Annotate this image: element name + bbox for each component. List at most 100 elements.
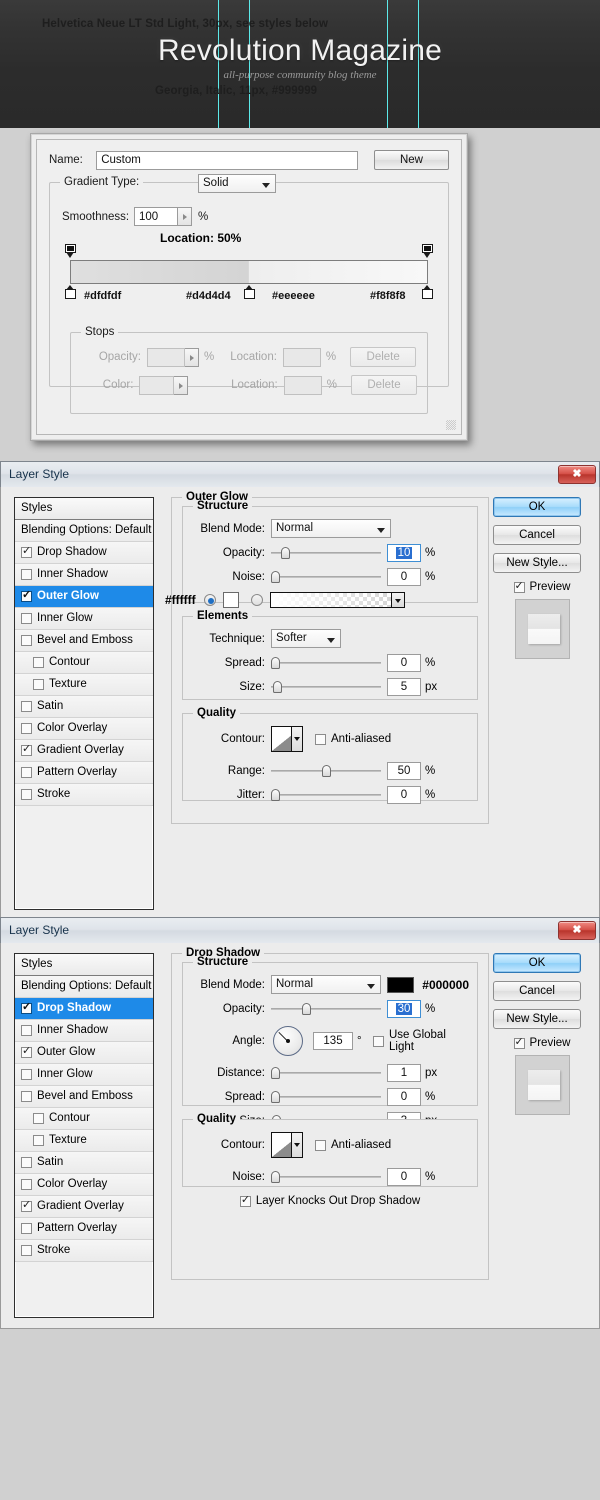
glow-color-swatch[interactable] <box>222 592 239 608</box>
delete-opacity-stop-button[interactable]: Delete <box>350 347 417 367</box>
stop-opacity-stepper[interactable] <box>185 347 199 367</box>
checkbox-inner-shadow[interactable] <box>21 1025 32 1036</box>
sidebar-item-texture[interactable]: Texture <box>15 674 153 696</box>
checkbox-gradient-overlay[interactable] <box>21 1198 32 1212</box>
spread-input[interactable]: 0 <box>387 1088 421 1106</box>
glow-gradient-preview[interactable] <box>269 592 392 608</box>
sidebar-item-stroke[interactable]: Stroke <box>15 1240 153 1262</box>
checkbox-satin[interactable] <box>21 701 32 712</box>
sidebar-item-inner-shadow[interactable]: Inner Shadow <box>15 564 153 586</box>
glow-solid-color-radio[interactable] <box>203 594 216 606</box>
outer-glow-titlebar[interactable]: Layer Style ✖ <box>0 461 600 487</box>
stop-opacity-input[interactable] <box>147 347 185 367</box>
opacity-stop-left[interactable] <box>65 244 76 259</box>
checkbox-pattern-overlay[interactable] <box>21 1223 32 1234</box>
checkbox-drop-shadow[interactable] <box>21 544 32 558</box>
ok-button[interactable]: OK <box>493 497 581 517</box>
opacity-slider[interactable] <box>271 546 381 560</box>
checkbox-outer-glow[interactable] <box>21 1044 32 1058</box>
sidebar-item-blending-options[interactable]: Blending Options: Default <box>15 520 153 542</box>
contour-preset-picker[interactable] <box>271 1132 303 1158</box>
resize-grip[interactable] <box>446 420 456 430</box>
technique-select[interactable]: Softer <box>271 629 341 648</box>
sidebar-item-bevel-and-emboss[interactable]: Bevel and Emboss <box>15 630 153 652</box>
angle-dial[interactable] <box>273 1026 303 1056</box>
checkbox-texture[interactable] <box>33 679 44 690</box>
smoothness-stepper[interactable] <box>178 207 192 226</box>
jitter-slider[interactable] <box>271 788 381 802</box>
checkbox-satin[interactable] <box>21 1157 32 1168</box>
noise-input[interactable]: 0 <box>387 1168 421 1186</box>
jitter-input[interactable]: 0 <box>387 786 421 804</box>
chevron-down-icon[interactable] <box>291 727 302 751</box>
checkbox-outer-glow[interactable] <box>21 588 32 602</box>
sidebar-item-outer-glow[interactable]: Outer Glow <box>15 586 153 608</box>
close-icon[interactable]: ✖ <box>558 921 596 940</box>
opacity-input[interactable]: 30 <box>387 1000 421 1018</box>
stop-opacity-location-input[interactable] <box>282 347 321 367</box>
sidebar-item-drop-shadow[interactable]: Drop Shadow <box>15 542 153 564</box>
angle-input[interactable]: 135 <box>313 1032 353 1050</box>
drop-shadow-titlebar[interactable]: Layer Style ✖ <box>0 917 600 943</box>
checkbox-inner-glow[interactable] <box>21 1069 32 1080</box>
sidebar-item-pattern-overlay[interactable]: Pattern Overlay <box>15 1218 153 1240</box>
sidebar-item-satin[interactable]: Satin <box>15 696 153 718</box>
opacity-input[interactable]: 10 <box>387 544 421 562</box>
range-input[interactable]: 50 <box>387 762 421 780</box>
contour-preset-picker[interactable] <box>271 726 303 752</box>
close-icon[interactable]: ✖ <box>558 465 596 484</box>
sidebar-item-contour[interactable]: Contour <box>15 652 153 674</box>
color-stop-1[interactable] <box>65 285 76 299</box>
checkbox-preview[interactable] <box>513 579 525 593</box>
gradient-name-input[interactable] <box>96 150 358 170</box>
sidebar-item-outer-glow[interactable]: Outer Glow <box>15 1042 153 1064</box>
new-gradient-button[interactable]: New <box>373 150 449 170</box>
size-slider[interactable] <box>271 680 381 694</box>
checkbox-inner-glow[interactable] <box>21 613 32 624</box>
checkbox-stroke[interactable] <box>21 1245 32 1256</box>
checkbox-preview[interactable] <box>513 1035 525 1049</box>
sidebar-item-pattern-overlay[interactable]: Pattern Overlay <box>15 762 153 784</box>
distance-input[interactable]: 1 <box>387 1064 421 1082</box>
checkbox-color-overlay[interactable] <box>21 1179 32 1190</box>
sidebar-item-inner-glow[interactable]: Inner Glow <box>15 608 153 630</box>
sidebar-item-satin[interactable]: Satin <box>15 1152 153 1174</box>
checkbox-drop-shadow[interactable] <box>21 1000 32 1014</box>
checkbox-layer-knocks-out-drop-shadow[interactable] <box>239 1193 251 1207</box>
noise-slider[interactable] <box>271 570 381 584</box>
range-slider[interactable] <box>271 764 381 778</box>
checkbox-contour[interactable] <box>33 657 44 668</box>
sidebar-item-blending-options[interactable]: Blending Options: Default <box>15 976 153 998</box>
opacity-stop-right[interactable] <box>422 244 433 259</box>
delete-color-stop-button[interactable]: Delete <box>351 375 417 395</box>
stop-color-location-input[interactable] <box>283 375 322 395</box>
noise-input[interactable]: 0 <box>387 568 421 586</box>
sidebar-item-bevel-and-emboss[interactable]: Bevel and Emboss <box>15 1086 153 1108</box>
sidebar-item-color-overlay[interactable]: Color Overlay <box>15 718 153 740</box>
checkbox-anti-aliased[interactable] <box>315 733 326 745</box>
stop-color-dropdown[interactable] <box>173 375 189 395</box>
sidebar-item-gradient-overlay[interactable]: Gradient Overlay <box>15 1196 153 1218</box>
stop-color-swatch[interactable] <box>139 375 174 395</box>
spread-slider[interactable] <box>271 656 381 670</box>
checkbox-stroke[interactable] <box>21 789 32 800</box>
spread-slider[interactable] <box>271 1090 381 1104</box>
gradient-type-select[interactable]: Solid <box>198 174 276 193</box>
sidebar-item-inner-shadow[interactable]: Inner Shadow <box>15 1020 153 1042</box>
sidebar-item-color-overlay[interactable]: Color Overlay <box>15 1174 153 1196</box>
color-stop-2[interactable] <box>244 285 255 299</box>
gradient-preview-bar[interactable] <box>70 260 428 284</box>
cancel-button[interactable]: Cancel <box>493 981 581 1001</box>
smoothness-input[interactable] <box>134 207 178 226</box>
sidebar-item-inner-glow[interactable]: Inner Glow <box>15 1064 153 1086</box>
glow-gradient-dropdown[interactable] <box>391 592 405 608</box>
checkbox-inner-shadow[interactable] <box>21 569 32 580</box>
checkbox-bevel-and-emboss[interactable] <box>21 1091 32 1102</box>
size-input[interactable]: 5 <box>387 678 421 696</box>
checkbox-anti-aliased[interactable] <box>315 1139 326 1151</box>
sidebar-item-texture[interactable]: Texture <box>15 1130 153 1152</box>
new-style-button[interactable]: New Style... <box>493 1009 581 1029</box>
checkbox-pattern-overlay[interactable] <box>21 767 32 778</box>
noise-slider[interactable] <box>271 1170 381 1184</box>
ok-button[interactable]: OK <box>493 953 581 973</box>
